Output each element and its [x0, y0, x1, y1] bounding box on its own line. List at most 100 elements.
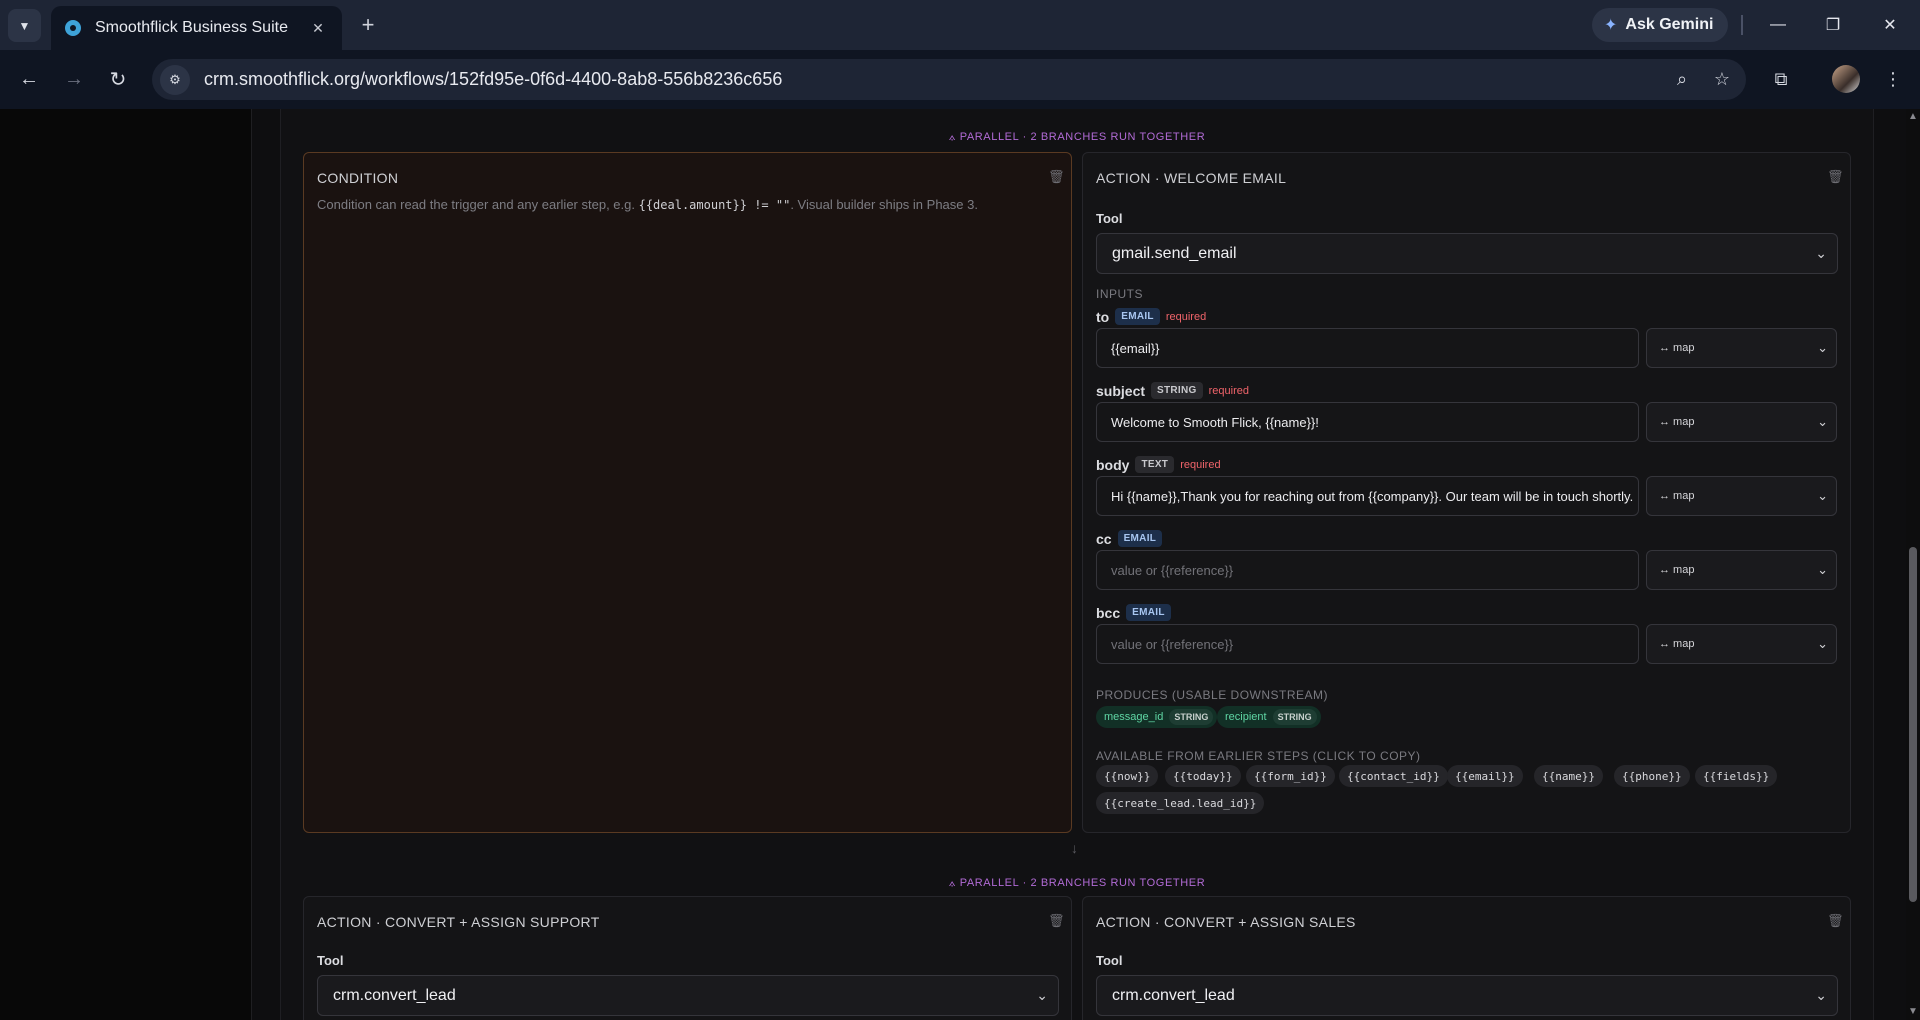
page-scrollbar[interactable]: ▲ ▼ — [1906, 109, 1920, 1020]
condition-hint: Condition can read the trigger and any e… — [317, 197, 978, 212]
inputs-section-label: INPUTS — [1096, 287, 1144, 301]
required-flag: required — [1208, 384, 1249, 397]
new-tab-button[interactable]: + — [354, 11, 382, 39]
address-bar[interactable]: ⚙ crm.smoothflick.org/workflows/152fd95e… — [152, 59, 1746, 100]
more-menu-icon[interactable]: ⋮ — [1878, 64, 1908, 94]
arrow-down-icon: ↓ — [1071, 840, 1078, 856]
body-input[interactable]: Hi {{name}},Thank you for reaching out f… — [1096, 476, 1639, 516]
chevron-down-icon: ⌄ — [1817, 562, 1828, 577]
subject-map-select[interactable]: ↔ map ⌄ — [1646, 402, 1837, 442]
body-map-select[interactable]: ↔ map ⌄ — [1646, 476, 1837, 516]
field-label-bcc: bcc EMAIL — [1096, 604, 1171, 621]
convert-sales-card: ACTION · CONVERT + ASSIGN SALES 🗑 Tool c… — [1082, 896, 1851, 1020]
close-icon: ✕ — [1883, 17, 1897, 34]
ask-gemini-button[interactable]: ✦ Ask Gemini — [1592, 8, 1728, 42]
convert-support-card: ACTION · CONVERT + ASSIGN SUPPORT 🗑 Tool… — [303, 896, 1072, 1020]
tool-label: Tool — [1096, 953, 1123, 968]
available-chip[interactable]: {{email}} — [1447, 765, 1523, 787]
browser-tab-active[interactable]: Smoothflick Business Suite ✕ — [51, 6, 342, 50]
reload-button[interactable]: ↻ — [101, 62, 135, 96]
delete-condition-trash-icon[interactable]: 🗑 — [1048, 169, 1065, 185]
minimize-button[interactable]: — — [1765, 12, 1791, 38]
available-chip[interactable]: {{fields}} — [1695, 765, 1778, 787]
extensions-icon[interactable]: ⧉ — [1766, 64, 1796, 94]
scroll-up-icon[interactable]: ▲ — [1906, 111, 1920, 122]
restore-icon: ❐ — [1825, 17, 1841, 34]
available-chip[interactable]: {{today}} — [1165, 765, 1241, 787]
reload-icon: ↻ — [109, 68, 127, 91]
arrow-right-icon: → — [64, 67, 84, 90]
available-chip[interactable]: {{phone}} — [1614, 765, 1690, 787]
produce-chip-recipient[interactable]: recipient STRING — [1217, 706, 1321, 728]
back-button[interactable]: ← — [12, 62, 46, 96]
tool-label: Tool — [1096, 211, 1123, 226]
plus-icon: + — [361, 12, 375, 37]
scrollbar-thumb[interactable] — [1909, 547, 1917, 902]
available-chip[interactable]: {{now}} — [1096, 765, 1159, 787]
available-chip[interactable]: {{contact_id}} — [1339, 765, 1448, 787]
delete-welcome-email-trash-icon[interactable]: 🗑 — [1827, 169, 1844, 185]
bcc-input[interactable]: value or {{reference}} — [1096, 624, 1639, 664]
site-favicon-icon — [65, 20, 81, 36]
welcome-email-title: ACTION · WELCOME EMAIL — [1096, 170, 1287, 186]
gemini-sparkle-icon: ✦ — [1604, 17, 1618, 34]
tool-select-value: crm.convert_lead — [333, 986, 456, 1004]
chevron-down-icon: ▼ — [18, 18, 31, 33]
chevron-down-icon: ⌄ — [1817, 488, 1828, 503]
url-text[interactable]: crm.smoothflick.org/workflows/152fd95e-0… — [204, 69, 1666, 90]
type-badge: EMAIL — [1115, 308, 1160, 325]
parallel-label-bottom: ⟑ PARALLEL · 2 BRANCHES RUN TOGETHER — [948, 877, 1206, 889]
bcc-map-select[interactable]: ↔ map ⌄ — [1646, 624, 1837, 664]
available-section-label: AVAILABLE FROM EARLIER STEPS (CLICK TO C… — [1096, 749, 1421, 763]
available-chip[interactable]: {{name}} — [1534, 765, 1603, 787]
required-flag: required — [1165, 310, 1207, 323]
profile-avatar[interactable] — [1832, 65, 1860, 93]
minimize-icon: — — [1770, 16, 1786, 33]
delete-convert-support-trash-icon[interactable]: 🗑 — [1048, 913, 1065, 929]
close-window-button[interactable]: ✕ — [1877, 12, 1903, 38]
restore-button[interactable]: ❐ — [1820, 12, 1846, 38]
to-input[interactable]: {{email}} — [1096, 328, 1639, 368]
cc-map-select[interactable]: ↔ map ⌄ — [1646, 550, 1837, 590]
field-label-body: body TEXT required — [1096, 456, 1221, 473]
field-label-subject: subject STRING required — [1096, 382, 1249, 399]
welcome-email-card: ACTION · WELCOME EMAIL 🗑 Tool gmail.send… — [1082, 152, 1851, 833]
arrow-left-icon: ← — [19, 67, 39, 90]
convert-sales-tool-select[interactable]: crm.convert_lead ⌄ — [1096, 975, 1838, 1016]
tab-close-icon[interactable]: ✕ — [308, 20, 328, 37]
chevron-down-icon: ⌄ — [1817, 340, 1828, 355]
chevron-down-icon: ⌄ — [1815, 245, 1827, 261]
type-badge: STRING — [1151, 382, 1203, 399]
scroll-down-icon[interactable]: ▼ — [1906, 1006, 1920, 1017]
convert-support-tool-select[interactable]: crm.convert_lead ⌄ — [317, 975, 1059, 1016]
available-chip[interactable]: {{create_lead.lead_id}} — [1096, 792, 1265, 814]
cc-input[interactable]: value or {{reference}} — [1096, 550, 1639, 590]
available-chip[interactable]: {{form_id}} — [1246, 765, 1335, 787]
condition-title: CONDITION — [317, 170, 399, 186]
to-map-select[interactable]: ↔ map ⌄ — [1646, 328, 1837, 368]
produce-chip-message-id[interactable]: message_id STRING — [1096, 706, 1218, 728]
chevron-down-icon: ⌄ — [1815, 987, 1827, 1003]
tab-search-button[interactable]: ▼ — [8, 9, 41, 42]
convert-sales-title: ACTION · CONVERT + ASSIGN SALES — [1096, 914, 1356, 930]
subject-input[interactable]: Welcome to Smooth Flick, {{name}}! — [1096, 402, 1639, 442]
delete-convert-sales-trash-icon[interactable]: 🗑 — [1827, 913, 1844, 929]
zoom-icon[interactable]: ⌕ — [1666, 69, 1698, 90]
type-badge: EMAIL — [1117, 530, 1163, 547]
app-sidebar-area — [0, 109, 252, 1020]
tool-select-value: crm.convert_lead — [1112, 986, 1235, 1004]
chevron-down-icon: ⌄ — [1817, 636, 1828, 651]
convert-support-title: ACTION · CONVERT + ASSIGN SUPPORT — [317, 914, 600, 930]
bookmark-star-icon[interactable]: ☆ — [1706, 69, 1738, 90]
tool-select[interactable]: gmail.send_email ⌄ — [1096, 233, 1838, 274]
tool-label: Tool — [317, 953, 344, 968]
produces-section-label: PRODUCES (USABLE DOWNSTREAM) — [1096, 688, 1329, 702]
required-flag: required — [1180, 458, 1221, 471]
toolbar-divider — [1741, 15, 1743, 35]
tab-title: Smoothflick Business Suite — [95, 19, 288, 36]
site-info-icon[interactable]: ⚙ — [160, 64, 190, 95]
ask-gemini-label: Ask Gemini — [1625, 16, 1714, 33]
forward-button[interactable]: → — [57, 62, 91, 96]
condition-card: CONDITION 🗑 Condition can read the trigg… — [303, 152, 1072, 833]
page-viewport: ⟑ PARALLEL · 2 BRANCHES RUN TOGETHER CON… — [0, 109, 1920, 1020]
